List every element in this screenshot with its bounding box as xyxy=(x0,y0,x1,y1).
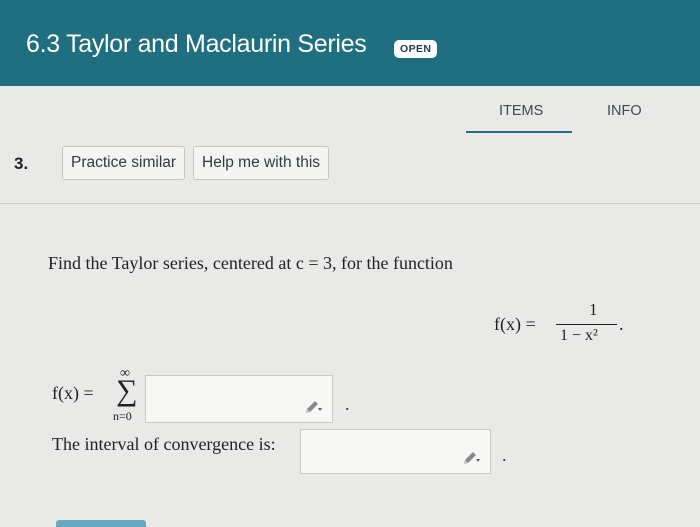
series-end-period: . xyxy=(345,394,350,414)
interval-label: The interval of convergence is: xyxy=(52,434,276,454)
fraction-denominator: 1 − x² xyxy=(560,327,598,344)
active-tab-indicator xyxy=(466,131,572,133)
interval-input[interactable] xyxy=(300,429,491,474)
page-title: 6.3 Taylor and Maclaurin Series xyxy=(26,30,367,58)
question-prompt: Find the Taylor series, centered at c = … xyxy=(48,253,453,273)
function-lhs: f(x) = xyxy=(494,314,536,334)
tab-items[interactable]: ITEMS xyxy=(499,103,543,119)
series-lhs: f(x) = xyxy=(52,383,94,403)
header-bar: 6.3 Taylor and Maclaurin Series OPEN xyxy=(0,0,700,86)
divider xyxy=(0,203,700,204)
sum-lower-limit: n=0 xyxy=(113,409,132,423)
fraction-bar xyxy=(556,324,617,325)
fraction-numerator: 1 xyxy=(589,300,598,319)
series-term-input[interactable] xyxy=(145,375,333,423)
question-number: 3. xyxy=(14,154,29,173)
status-badge: OPEN xyxy=(394,40,438,58)
sigma-symbol: ∑ xyxy=(116,374,138,407)
bottom-button-edge[interactable] xyxy=(56,520,146,527)
pencil-icon[interactable] xyxy=(302,396,324,414)
tab-info[interactable]: INFO xyxy=(607,103,642,119)
help-me-button[interactable]: Help me with this xyxy=(193,146,330,180)
formula-period: . xyxy=(619,314,624,334)
pencil-icon[interactable] xyxy=(460,447,482,465)
practice-similar-button[interactable]: Practice similar xyxy=(62,146,186,180)
interval-end-period: . xyxy=(502,445,507,465)
